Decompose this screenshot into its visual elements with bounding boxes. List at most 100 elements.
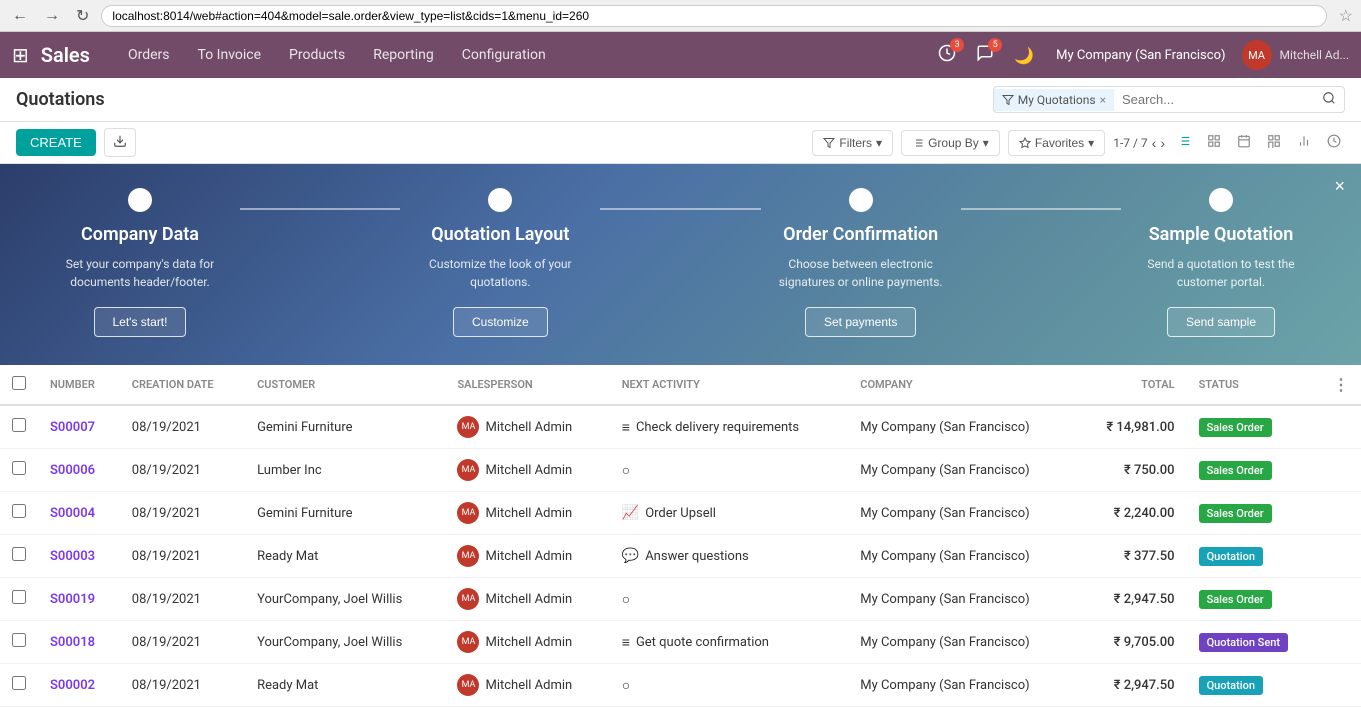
row-total: ₹ 377.50 — [1077, 535, 1186, 578]
app-title: Sales — [41, 43, 90, 67]
col-menu: ⋮ — [1321, 365, 1361, 405]
search-input[interactable] — [1114, 88, 1314, 111]
activity-view-button[interactable] — [1323, 130, 1345, 155]
back-button[interactable]: ← — [8, 7, 32, 25]
activity-icon: 💬 — [622, 548, 639, 564]
graph-view-button[interactable] — [1293, 130, 1315, 155]
search-bar: My Quotations × — [993, 86, 1345, 113]
table-container: NUMBER CREATION DATE CUSTOMER SALESPERSO… — [0, 365, 1361, 707]
groupby-button[interactable]: Group By ▾ — [901, 130, 1000, 156]
col-status: STATUS — [1187, 365, 1321, 405]
row-company: My Company (San Francisco) — [848, 449, 1077, 492]
table-row[interactable]: S00004 08/19/2021 Gemini Furniture MA Mi… — [0, 492, 1361, 535]
table-row[interactable]: S00006 08/19/2021 Lumber Inc MA Mitchell… — [0, 449, 1361, 492]
row-salesperson: MA Mitchell Admin — [445, 578, 609, 621]
forward-button[interactable]: → — [40, 7, 64, 25]
step-4-desc: Send a quotation to test the customer po… — [1131, 255, 1311, 291]
row-checkbox[interactable] — [12, 676, 26, 690]
remove-tag-button[interactable]: × — [1100, 93, 1106, 107]
pivot-view-button[interactable] — [1263, 130, 1285, 155]
row-action — [1321, 664, 1361, 707]
activity-icon: ○ — [622, 591, 630, 608]
row-action — [1321, 492, 1361, 535]
activity-icon: ○ — [622, 462, 630, 479]
column-menu-icon[interactable]: ⋮ — [1333, 375, 1349, 394]
activity-notification[interactable]: 3 — [932, 40, 962, 70]
nav-to-invoice[interactable]: To Invoice — [184, 32, 276, 78]
row-action — [1321, 405, 1361, 449]
row-checkbox[interactable] — [12, 461, 26, 475]
table-row[interactable]: S00003 08/19/2021 Ready Mat MA Mitchell … — [0, 535, 1361, 578]
kanban-view-button[interactable] — [1203, 130, 1225, 155]
row-checkbox[interactable] — [12, 504, 26, 518]
salesperson-avatar: MA — [457, 459, 479, 481]
table-row[interactable]: S00019 08/19/2021 YourCompany, Joel Will… — [0, 578, 1361, 621]
row-status: Quotation Sent — [1187, 621, 1321, 664]
step-1-button[interactable]: Let's start! — [94, 307, 187, 337]
url-bar[interactable] — [101, 5, 1326, 27]
row-checkbox[interactable] — [12, 590, 26, 604]
row-number[interactable]: S00006 — [38, 449, 120, 492]
nav-products[interactable]: Products — [275, 32, 359, 78]
company-name[interactable]: My Company (San Francisco) — [1048, 48, 1233, 63]
step-3-desc: Choose between electronic signatures or … — [771, 255, 951, 291]
status-badge: Quotation — [1199, 547, 1263, 566]
calendar-view-button[interactable] — [1233, 130, 1255, 155]
step-3-button[interactable]: Set payments — [805, 307, 916, 337]
user-avatar[interactable]: MA — [1242, 40, 1272, 70]
status-badge: Sales Order — [1199, 418, 1272, 437]
user-name[interactable]: Mitchell Ad... — [1280, 48, 1349, 62]
row-number[interactable]: S00019 — [38, 578, 120, 621]
row-number[interactable]: S00002 — [38, 664, 120, 707]
create-button[interactable]: CREATE — [16, 129, 96, 156]
grid-icon[interactable]: ⊞ — [12, 43, 29, 67]
row-checkbox[interactable] — [12, 633, 26, 647]
nav-reporting[interactable]: Reporting — [359, 32, 448, 78]
row-checkbox-cell — [0, 405, 38, 449]
row-customer: Gemini Furniture — [245, 492, 445, 535]
dark-mode-icon[interactable]: 🌙 — [1008, 42, 1040, 69]
step-4-circle — [1209, 188, 1233, 212]
step-2-button[interactable]: Customize — [453, 307, 548, 337]
message-notification[interactable]: 5 — [970, 40, 1000, 70]
activity-icon: ≡ — [622, 419, 630, 436]
status-badge: Quotation — [1199, 676, 1263, 695]
row-number[interactable]: S00004 — [38, 492, 120, 535]
row-checkbox-cell — [0, 621, 38, 664]
row-creation-date: 08/19/2021 — [120, 578, 245, 621]
step-connector-3 — [961, 208, 1121, 210]
onboarding-step-2: Quotation Layout Customize the look of y… — [400, 188, 600, 337]
search-button[interactable] — [1314, 87, 1344, 112]
row-number[interactable]: S00018 — [38, 621, 120, 664]
row-salesperson: MA Mitchell Admin — [445, 449, 609, 492]
table-row[interactable]: S00007 08/19/2021 Gemini Furniture MA Mi… — [0, 405, 1361, 449]
table-row[interactable]: S00002 08/19/2021 Ready Mat MA Mitchell … — [0, 664, 1361, 707]
row-number[interactable]: S00007 — [38, 405, 120, 449]
nav-configuration[interactable]: Configuration — [448, 32, 560, 78]
refresh-button[interactable]: ↻ — [72, 6, 93, 26]
next-page-button[interactable]: › — [1160, 135, 1165, 151]
col-creation-date: CREATION DATE — [120, 365, 245, 405]
toolbar: CREATE Filters ▾ Group By ▾ Favorites ▾ … — [0, 122, 1361, 164]
row-company: My Company (San Francisco) — [848, 578, 1077, 621]
table-row[interactable]: S00018 08/19/2021 YourCompany, Joel Will… — [0, 621, 1361, 664]
step-connector-2 — [600, 208, 760, 210]
favorites-button[interactable]: Favorites ▾ — [1008, 130, 1105, 156]
nav-orders[interactable]: Orders — [114, 32, 184, 78]
row-number[interactable]: S00003 — [38, 535, 120, 578]
bookmark-icon[interactable]: ☆ — [1339, 6, 1353, 25]
row-checkbox-cell — [0, 492, 38, 535]
step-2-circle — [488, 188, 512, 212]
select-all-checkbox[interactable] — [12, 376, 26, 390]
prev-page-button[interactable]: ‹ — [1152, 135, 1157, 151]
col-company: COMPANY — [848, 365, 1077, 405]
row-checkbox[interactable] — [12, 547, 26, 561]
row-total: ₹ 750.00 — [1077, 449, 1186, 492]
download-button[interactable] — [104, 128, 136, 157]
filters-button[interactable]: Filters ▾ — [812, 130, 893, 156]
row-status: Sales Order — [1187, 492, 1321, 535]
row-checkbox[interactable] — [12, 418, 26, 432]
list-view-button[interactable] — [1173, 130, 1195, 155]
onboarding-close-button[interactable]: × — [1334, 176, 1345, 197]
step-4-button[interactable]: Send sample — [1167, 307, 1275, 337]
